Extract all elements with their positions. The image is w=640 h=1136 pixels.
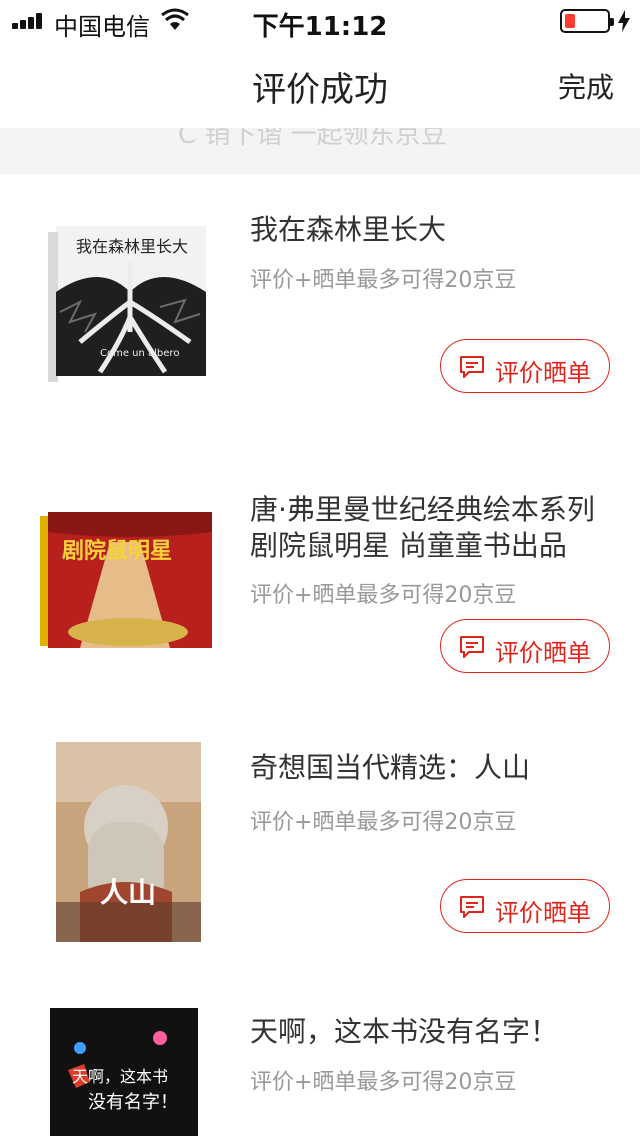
product-cover-image[interactable]: 天啊，这本书 没有名字！ xyxy=(40,1008,212,1136)
promo-banner: C 销下谐 一起领东京豆 xyxy=(0,128,640,174)
list-item: 人山 奇想国当代精选：人山 评价+晒单最多可得20京豆 评价晒单 xyxy=(0,714,640,984)
charging-icon xyxy=(618,10,630,32)
product-title[interactable]: 天啊，这本书没有名字！ xyxy=(250,1014,620,1050)
review-button[interactable]: 评价晒单 xyxy=(440,339,610,393)
cover-title-text: 剧院鼠明星 xyxy=(62,538,172,564)
product-cover-image[interactable]: 人山 xyxy=(40,742,212,942)
product-title[interactable]: 唐·弗里曼世纪经典绘本系列 剧院鼠明星 尚童童书出品 xyxy=(250,492,620,564)
nav-bar: 评价成功 完成 xyxy=(0,40,640,128)
product-cover-image[interactable]: 剧院鼠明星 xyxy=(40,512,212,650)
review-button-label: 评价晒单 xyxy=(495,359,591,387)
review-button-label: 评价晒单 xyxy=(495,899,591,927)
list-item: 我在森林里长大 Come un albero 我在森林里长大 评价+晒单最多可得… xyxy=(0,174,640,454)
reward-hint: 评价+晒单最多可得20京豆 xyxy=(250,583,517,608)
product-title[interactable]: 奇想国当代精选：人山 xyxy=(250,750,620,786)
product-title[interactable]: 我在森林里长大 xyxy=(250,212,620,248)
cover-title-text: 人山 xyxy=(100,876,156,909)
list-item: 天啊，这本书 没有名字！ 天啊，这本书没有名字！ 评价+晒单最多可得20京豆 xyxy=(0,984,640,1136)
cover-subtitle-text: Come un albero xyxy=(100,348,179,359)
promo-banner-text: C 销下谐 一起领东京豆 xyxy=(178,128,447,150)
status-bar: 中国电信 下午11:12 xyxy=(0,0,640,42)
battery-icon xyxy=(560,9,614,33)
cover-title-text: 我在森林里长大 xyxy=(76,237,188,256)
done-button[interactable]: 完成 xyxy=(558,66,614,106)
comment-icon xyxy=(460,896,484,918)
review-button[interactable]: 评价晒单 xyxy=(440,619,610,673)
reward-hint: 评价+晒单最多可得20京豆 xyxy=(250,810,517,835)
reward-hint: 评价+晒单最多可得20京豆 xyxy=(250,268,517,293)
review-button-label: 评价晒单 xyxy=(495,639,591,667)
product-cover-image[interactable]: 我在森林里长大 Come un albero xyxy=(40,222,212,382)
cover-title-text: 天啊，这本书 xyxy=(72,1067,168,1086)
list-item: 剧院鼠明星 唐·弗里曼世纪经典绘本系列 剧院鼠明星 尚童童书出品 评价+晒单最多可… xyxy=(0,454,640,714)
review-button[interactable]: 评价晒单 xyxy=(440,879,610,933)
comment-icon xyxy=(460,636,484,658)
svg-text:没有名字！: 没有名字！ xyxy=(88,1092,178,1113)
comment-icon xyxy=(460,356,484,378)
page-title: 评价成功 xyxy=(252,70,388,110)
status-time: 下午11:12 xyxy=(252,12,388,42)
reward-hint: 评价+晒单最多可得20京豆 xyxy=(250,1070,517,1095)
